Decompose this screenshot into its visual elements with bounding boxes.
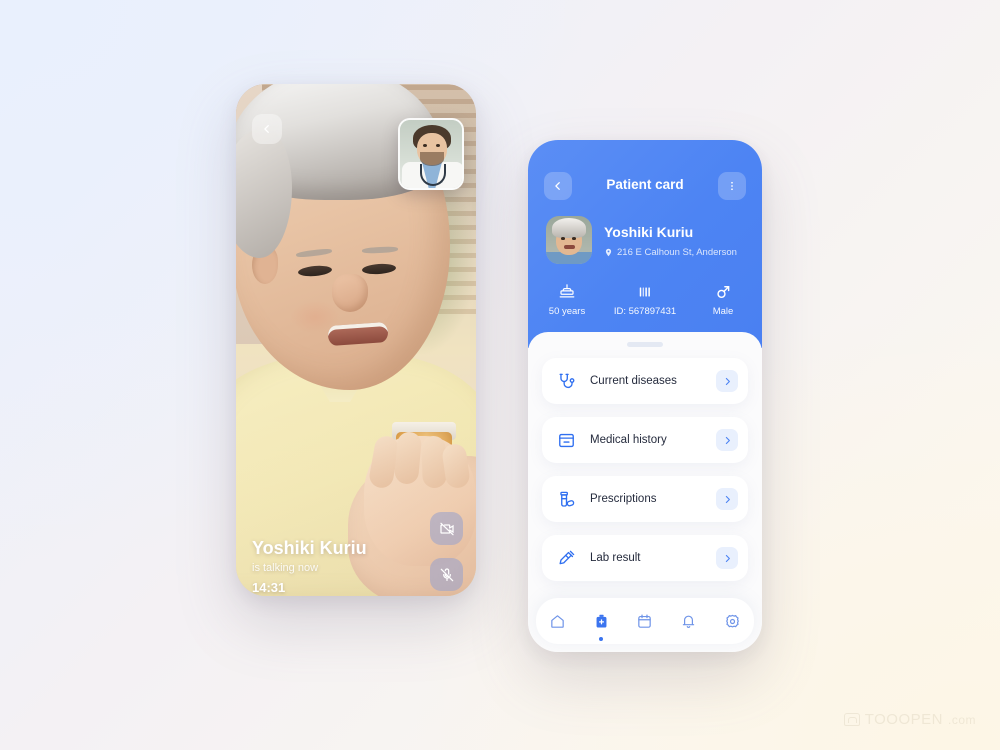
patient-menu-list: Current diseases Medical history Prescri… bbox=[542, 358, 748, 594]
menu-item-chevron[interactable] bbox=[716, 429, 738, 451]
watermark-brand: TOOOPEN bbox=[864, 711, 943, 728]
patient-address: 216 E Calhoun St, Anderson bbox=[604, 247, 737, 258]
doctor-beard bbox=[420, 152, 444, 166]
video-off-icon bbox=[439, 522, 454, 535]
menu-item-label: Lab result bbox=[590, 552, 641, 564]
chevron-right-icon bbox=[725, 436, 730, 444]
doctor-eye-left bbox=[423, 144, 427, 147]
menu-item-chevron[interactable] bbox=[716, 547, 738, 569]
stat-gender-value: Male bbox=[712, 306, 734, 317]
patient-address-text: 216 E Calhoun St, Anderson bbox=[617, 247, 737, 258]
syringe-icon bbox=[554, 546, 578, 570]
stethoscope-icon bbox=[554, 369, 578, 393]
patient-detail-sheet: Current diseases Medical history Prescri… bbox=[528, 332, 762, 652]
avatar-hair bbox=[552, 218, 586, 238]
doctor-eye-right bbox=[436, 144, 440, 147]
tab-settings[interactable] bbox=[717, 606, 747, 636]
patient-mouth bbox=[327, 321, 389, 347]
dots-vertical-icon bbox=[731, 181, 733, 191]
watermark: TOOOPEN .com bbox=[843, 711, 976, 728]
stat-id: ID: 567897431 bbox=[606, 283, 683, 317]
patient-stats: 50 years ID: 567897431 Male bbox=[528, 283, 762, 317]
medical-kit-icon bbox=[596, 614, 607, 628]
stat-gender: Male bbox=[684, 283, 761, 317]
birthday-cake-icon bbox=[559, 284, 575, 298]
menu-item-medical-history[interactable]: Medical history bbox=[542, 417, 748, 463]
chevron-right-icon bbox=[725, 377, 730, 385]
call-timer: 14:31 bbox=[252, 580, 286, 595]
menu-item-current-diseases[interactable]: Current diseases bbox=[542, 358, 748, 404]
patient-nose bbox=[332, 274, 368, 312]
chevron-left-icon bbox=[264, 125, 269, 133]
camera-off-button[interactable] bbox=[430, 512, 463, 545]
tab-calendar[interactable] bbox=[630, 606, 660, 636]
tab-notifications[interactable] bbox=[674, 606, 704, 636]
menu-item-label: Medical history bbox=[590, 434, 667, 446]
video-call-phone: Yoshiki Kuriu is talking now 14:31 bbox=[236, 84, 476, 596]
stat-age-value: 50 years bbox=[548, 306, 586, 317]
map-pin-icon bbox=[605, 248, 612, 257]
male-gender-icon bbox=[717, 286, 730, 299]
more-options-button[interactable] bbox=[718, 172, 746, 200]
bottom-tab-bar bbox=[536, 598, 754, 644]
medicine-bottle-icon bbox=[554, 487, 578, 511]
patient-card-phone: Patient card Yoshiki Kuriu 216 E Calhoun… bbox=[528, 140, 762, 652]
call-back-button[interactable] bbox=[252, 114, 282, 144]
menu-item-chevron[interactable] bbox=[716, 370, 738, 392]
active-tab-dot bbox=[599, 637, 604, 641]
sheet-drag-handle[interactable] bbox=[627, 342, 663, 347]
menu-item-label: Prescriptions bbox=[590, 493, 657, 505]
menu-item-label: Current diseases bbox=[590, 375, 677, 387]
avatar-eye-right bbox=[572, 237, 576, 240]
chevron-right-icon bbox=[725, 495, 730, 503]
patient-card-header: Patient card Yoshiki Kuriu 216 E Calhoun… bbox=[528, 140, 762, 348]
watermark-logo-icon bbox=[843, 713, 860, 726]
patient-name: Yoshiki Kuriu bbox=[604, 224, 694, 240]
archive-box-icon bbox=[554, 428, 578, 452]
caller-name: Yoshiki Kuriu bbox=[252, 538, 367, 558]
bell-icon bbox=[682, 615, 695, 628]
menu-item-prescriptions[interactable]: Prescriptions bbox=[542, 476, 748, 522]
tab-home[interactable] bbox=[543, 606, 573, 636]
avatar-eye-left bbox=[561, 237, 565, 240]
self-view-thumbnail[interactable] bbox=[398, 118, 464, 190]
menu-item-lab-result[interactable]: Lab result bbox=[542, 535, 748, 581]
mic-off-button[interactable] bbox=[430, 558, 463, 591]
stat-age: 50 years bbox=[528, 283, 605, 317]
home-icon bbox=[551, 614, 565, 628]
calendar-icon bbox=[638, 614, 652, 628]
chevron-right-icon bbox=[725, 554, 730, 562]
microphone-off-icon bbox=[440, 567, 453, 581]
patient-avatar[interactable] bbox=[546, 216, 592, 264]
barcode-icon bbox=[639, 287, 650, 297]
tab-patient-card[interactable] bbox=[586, 606, 616, 641]
menu-item-chevron[interactable] bbox=[716, 488, 738, 510]
avatar-mouth bbox=[564, 245, 575, 249]
call-status-text: is talking now bbox=[252, 562, 319, 574]
stat-id-value: ID: 567897431 bbox=[613, 306, 677, 317]
gear-icon bbox=[725, 614, 739, 627]
watermark-suffix: .com bbox=[947, 712, 976, 727]
